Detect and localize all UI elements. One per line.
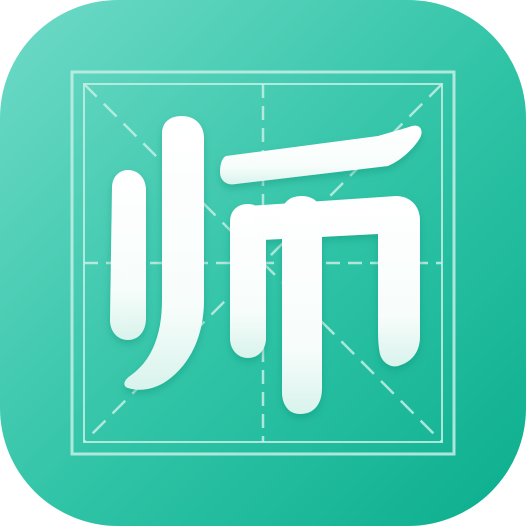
glyph-stroke-center-vertical [282,196,322,414]
app-icon-stage: 师 [0,0,526,526]
teacher-app-icon[interactable] [0,0,526,526]
glyph-stroke-left-dot [110,170,146,340]
